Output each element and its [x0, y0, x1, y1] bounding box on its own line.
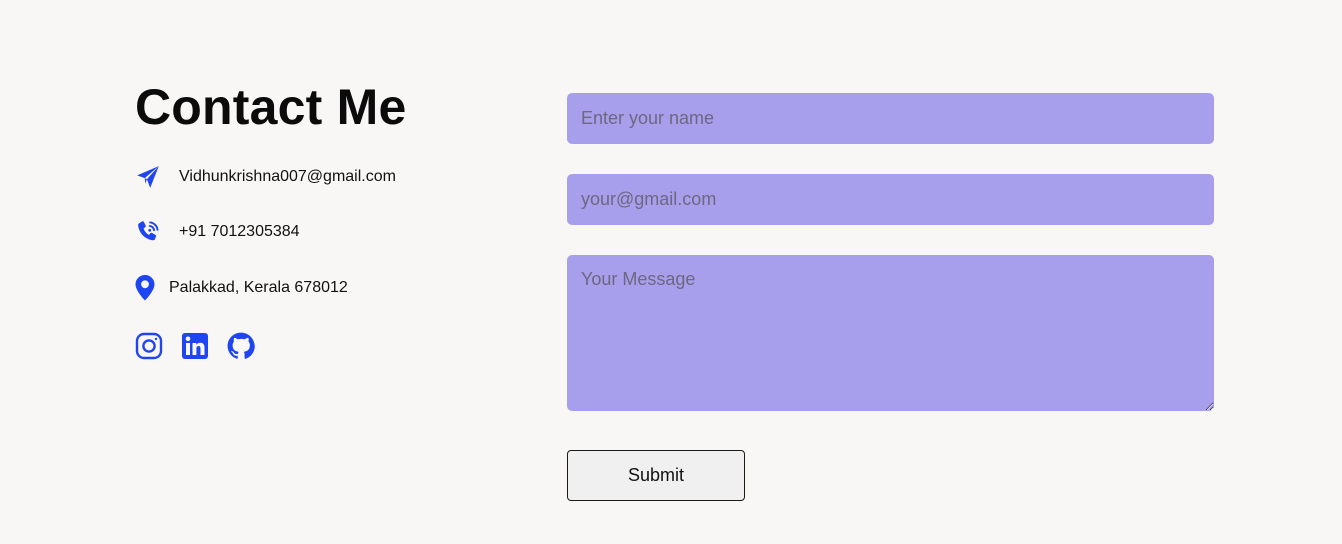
submit-button[interactable]: Submit — [567, 450, 745, 501]
phone-volume-icon — [135, 219, 161, 245]
contact-email-text: Vidhunkrishna007@gmail.com — [179, 168, 396, 185]
paper-plane-icon — [135, 164, 161, 190]
contact-location-text: Palakkad, Kerala 678012 — [169, 279, 348, 296]
email-input[interactable] — [567, 174, 1214, 225]
page-title: Contact Me — [135, 79, 407, 135]
map-pin-icon — [135, 275, 155, 301]
name-input[interactable] — [567, 93, 1214, 144]
contact-email-row: Vidhunkrishna007@gmail.com — [135, 164, 396, 190]
contact-phone-row: +91 7012305384 — [135, 219, 300, 245]
contact-phone-text: +91 7012305384 — [179, 223, 300, 240]
instagram-icon[interactable] — [135, 332, 163, 360]
linkedin-icon[interactable] — [181, 332, 209, 360]
social-links — [135, 332, 255, 360]
message-textarea[interactable] — [567, 255, 1214, 411]
contact-info: Contact Me Vidhunkrishna007@gmail.com +9… — [135, 78, 535, 360]
contact-location-row: Palakkad, Kerala 678012 — [135, 275, 348, 301]
github-icon[interactable] — [227, 332, 255, 360]
contact-page: Contact Me Vidhunkrishna007@gmail.com +9… — [0, 0, 1342, 544]
